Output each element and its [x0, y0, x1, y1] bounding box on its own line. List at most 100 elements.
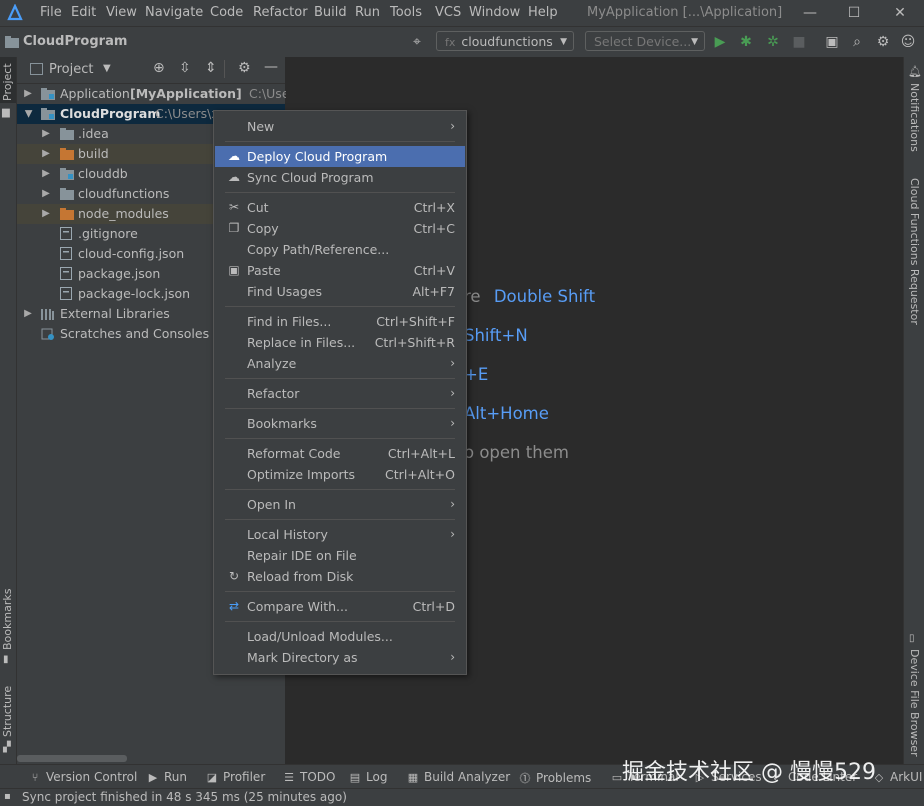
menu-separator — [225, 519, 455, 520]
chevron-right-icon[interactable]: ▶ — [41, 124, 51, 144]
expand-all-icon[interactable]: ⇳ — [179, 60, 191, 76]
menu-help[interactable]: Help — [528, 5, 558, 20]
tab-log[interactable]: ▤ Log — [348, 770, 388, 784]
menu-run[interactable]: Run — [355, 5, 380, 20]
menu-tools[interactable]: Tools — [390, 5, 422, 20]
menu-item-mark-directory-as[interactable]: Mark Directory as › — [215, 647, 465, 668]
menu-item-cut[interactable]: ✂ Cut Ctrl+X — [215, 197, 465, 218]
cloud-functions-requestor-label[interactable]: Cloud Functions Requestor — [908, 178, 921, 325]
menu-item-analyze[interactable]: Analyze › — [215, 353, 465, 374]
menu-file[interactable]: File — [40, 5, 62, 20]
menu-item-copy[interactable]: ❐ Copy Ctrl+C — [215, 218, 465, 239]
menu-refactor[interactable]: Refactor — [253, 5, 308, 20]
chevron-right-icon[interactable]: ▶ — [41, 144, 51, 164]
device-select[interactable]: Select Device... ▼ — [585, 31, 705, 51]
menu-item-reload-from-disk[interactable]: ↻ Reload from Disk — [215, 566, 465, 587]
tab-label: Log — [366, 770, 388, 784]
target-icon[interactable]: ⌖ — [408, 33, 426, 51]
collapse-all-icon[interactable]: ⇕ — [205, 60, 217, 76]
run-config-select[interactable]: fx cloudfunctions ▼ — [436, 31, 574, 51]
project-tool-label[interactable]: Project — [1, 63, 14, 101]
menu-item-replace-in-files[interactable]: Replace in Files... Ctrl+Shift+R — [215, 332, 465, 353]
menu-item-label: Optimize Imports — [247, 467, 356, 482]
tab-version-control[interactable]: ⑂ Version Control — [28, 770, 138, 784]
close-window-button[interactable]: ✕ — [880, 2, 920, 24]
menu-item-shortcut: Ctrl+D — [412, 599, 455, 614]
minimize-button[interactable]: — — [790, 2, 830, 24]
tree-label: Scratches and Consoles — [60, 326, 210, 341]
menu-separator — [225, 141, 455, 142]
gear-icon[interactable]: ⚙ — [238, 60, 251, 76]
todo-icon: ☰ — [284, 771, 294, 784]
chevron-right-icon[interactable]: ▶ — [23, 304, 33, 324]
project-structure-icon[interactable]: ▣ — [823, 33, 841, 51]
menu-item-paste[interactable]: ▣ Paste Ctrl+V — [215, 260, 465, 281]
locate-icon[interactable]: ⊕ — [153, 60, 165, 76]
debug-icon[interactable]: ✱ — [737, 33, 755, 51]
menu-item-bookmarks[interactable]: Bookmarks › — [215, 413, 465, 434]
horizontal-scrollbar[interactable] — [17, 755, 127, 762]
tab-label: ArkUI — [890, 770, 923, 784]
bookmarks-tool-label[interactable]: Bookmarks — [1, 589, 14, 650]
chevron-right-icon[interactable]: ▶ — [41, 184, 51, 204]
menu-item-copy-path[interactable]: Copy Path/Reference... — [215, 239, 465, 260]
menu-navigate[interactable]: Navigate — [145, 5, 203, 20]
gear-icon[interactable]: ⚙ — [874, 33, 892, 51]
tab-arkui[interactable]: ◇ ArkUI — [872, 770, 923, 784]
chevron-right-icon[interactable]: ▶ — [23, 84, 33, 104]
search-icon[interactable]: ⌕ — [848, 33, 866, 51]
menu-edit[interactable]: Edit — [71, 5, 96, 20]
menu-item-sync-cloud-program[interactable]: ☁ Sync Cloud Program — [215, 167, 465, 188]
chevron-right-icon[interactable]: ▶ — [41, 164, 51, 184]
maximize-button[interactable]: ☐ — [834, 2, 874, 24]
chevron-down-icon[interactable]: ▼ — [103, 63, 111, 74]
structure-tool-label[interactable]: Structure — [1, 686, 14, 737]
breadcrumb-project[interactable]: CloudProgram — [23, 34, 127, 49]
menu-code[interactable]: Code — [210, 5, 243, 20]
menu-item-repair-ide[interactable]: Repair IDE on File — [215, 545, 465, 566]
menu-item-reformat-code[interactable]: Reformat Code Ctrl+Alt+L — [215, 443, 465, 464]
tab-todo[interactable]: ☰ TODO — [282, 770, 335, 784]
menu-item-open-in[interactable]: Open In › — [215, 494, 465, 515]
attach-debugger-icon[interactable]: ✲ — [764, 33, 782, 51]
tree-row-application[interactable]: ▶ Application [MyApplication] C:\Users — [17, 84, 301, 104]
menu-item-deploy-cloud-program[interactable]: ☁ Deploy Cloud Program — [215, 146, 465, 167]
notifications-tool-label[interactable]: Notifications — [908, 83, 921, 152]
menu-item-shortcut: Ctrl+Shift+R — [374, 335, 455, 350]
menu-item-local-history[interactable]: Local History › — [215, 524, 465, 545]
menu-item-new[interactable]: New › — [215, 116, 465, 137]
menu-item-find-in-files[interactable]: Find in Files... Ctrl+Shift+F — [215, 311, 465, 332]
device-file-browser-label[interactable]: Device File Browser — [908, 649, 921, 757]
tab-build-analyzer[interactable]: ▦ Build Analyzer — [406, 770, 510, 784]
log-icon: ▤ — [349, 771, 361, 784]
user-icon[interactable]: ☺ — [899, 33, 917, 51]
right-tool-strip: 🔔︎ Notifications Cloud Functions Request… — [903, 57, 924, 764]
status-text[interactable]: Sync project finished in 48 s 345 ms (25… — [22, 790, 347, 804]
branch-icon: ⑂ — [31, 771, 39, 784]
menu-item-refactor[interactable]: Refactor › — [215, 383, 465, 404]
menu-view[interactable]: View — [106, 5, 137, 20]
menu-vcs[interactable]: VCS — [435, 5, 461, 20]
chevron-right-icon[interactable]: ▶ — [41, 204, 51, 224]
stop-icon[interactable]: ■ — [790, 33, 808, 51]
menu-item-shortcut: Ctrl+Alt+L — [387, 446, 455, 461]
menu-item-find-usages[interactable]: Find Usages Alt+F7 — [215, 281, 465, 302]
chevron-down-icon[interactable]: ▶ — [18, 109, 38, 119]
hide-panel-icon[interactable]: — — [264, 59, 278, 75]
file-icon — [60, 227, 72, 240]
menu-item-compare-with[interactable]: ⇄ Compare With... Ctrl+D — [215, 596, 465, 617]
menu-item-load-unload-modules[interactable]: Load/Unload Modules... — [215, 626, 465, 647]
menu-window[interactable]: Window — [469, 5, 520, 20]
menu-build[interactable]: Build — [314, 5, 347, 20]
project-view-title[interactable]: Project — [49, 62, 93, 77]
json-file-icon — [60, 267, 72, 280]
tab-profiler[interactable]: ◪ Profiler — [205, 770, 265, 784]
tab-problems[interactable]: ⓵ Problems — [518, 770, 592, 786]
tree-label: cloudfunctions — [78, 186, 170, 201]
run-icon[interactable]: ▶ — [711, 33, 729, 51]
problems-icon: ⓵ — [519, 772, 531, 785]
menu-item-optimize-imports[interactable]: Optimize Imports Ctrl+Alt+O — [215, 464, 465, 485]
menu-item-label: New — [247, 119, 275, 134]
menu-item-label: Find in Files... — [247, 314, 332, 329]
tab-run[interactable]: ▶ Run — [146, 770, 187, 784]
